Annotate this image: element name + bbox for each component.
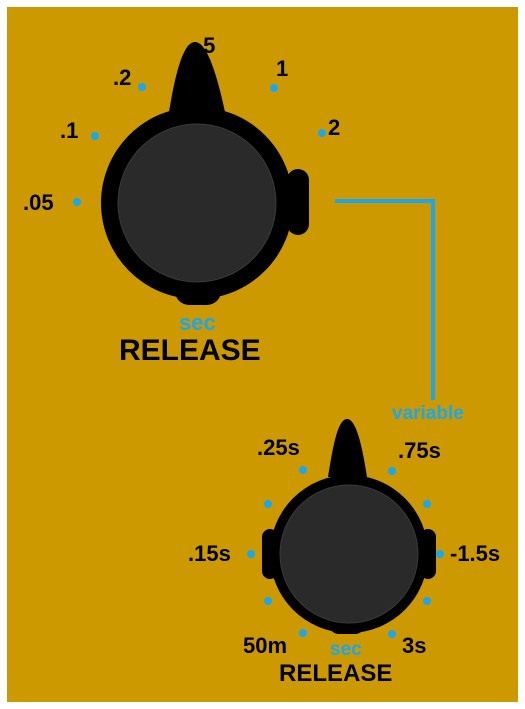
release-knob-1-title: RELEASE [119, 334, 261, 367]
release-knob-2-dot-15s [247, 550, 255, 558]
variable-routing-line [335, 199, 435, 400]
release-knob-2-face [279, 484, 419, 624]
release-knob-1-dot-05 [73, 198, 81, 206]
release-knob-1-dot-2s [318, 129, 326, 137]
release-knob-1[interactable] [101, 42, 309, 305]
release-panel: .05 .1 .2 .5 1 2 sec RELEASE variable .2… [7, 7, 518, 702]
release-knob-1-unit: sec [179, 310, 216, 335]
release-knob-2-dot-25s [299, 466, 307, 474]
release-knob-2-unit: sec [330, 639, 362, 660]
release-knob-1-dot-1 [91, 132, 99, 140]
release-knob-2-label-50m: 50m [243, 633, 288, 658]
release-knob-2-dot-lower-left [264, 597, 272, 605]
release-knob-1-label-05: .05 [23, 190, 54, 215]
release-knob-1-dot-2 [138, 83, 146, 91]
release-knob-1-dot-1s [270, 84, 278, 92]
release-knob-2-dot-1-5s [436, 550, 444, 558]
release-knob-2-label-75s: .75s [398, 438, 441, 463]
release-knob-2-dot-lower-right [423, 597, 431, 605]
release-knob-2-label-15s: .15s [188, 541, 231, 566]
faceplate-graphics [73, 42, 444, 638]
release-knob-2-label-1-5s: -1.5s [450, 541, 501, 566]
release-knob-2-title: RELEASE [279, 660, 393, 687]
release-knob-2-dot-50m [299, 629, 307, 637]
release-knob-2-pointer [328, 419, 367, 477]
release-knob-2-label-3s: 3s [402, 633, 427, 658]
release-knob-2-label-25s: .25s [257, 435, 300, 460]
release-knob-1-label-1s: 1 [276, 56, 289, 81]
variable-label: variable [392, 403, 464, 424]
release-knob-2-dot-upper-right [423, 500, 431, 508]
release-knob-2-dot-3s [388, 630, 396, 638]
release-knob-1-label-5: .5 [197, 33, 216, 58]
release-knob-1-label-2: .2 [113, 65, 132, 90]
release-knob-1-face [117, 123, 277, 283]
release-knob-2-dot-75s [388, 467, 396, 475]
release-knob-1-label-1: .1 [60, 118, 79, 143]
release-knob-2-dot-upper-left [264, 500, 272, 508]
release-knob-1-label-2s: 2 [328, 115, 341, 140]
